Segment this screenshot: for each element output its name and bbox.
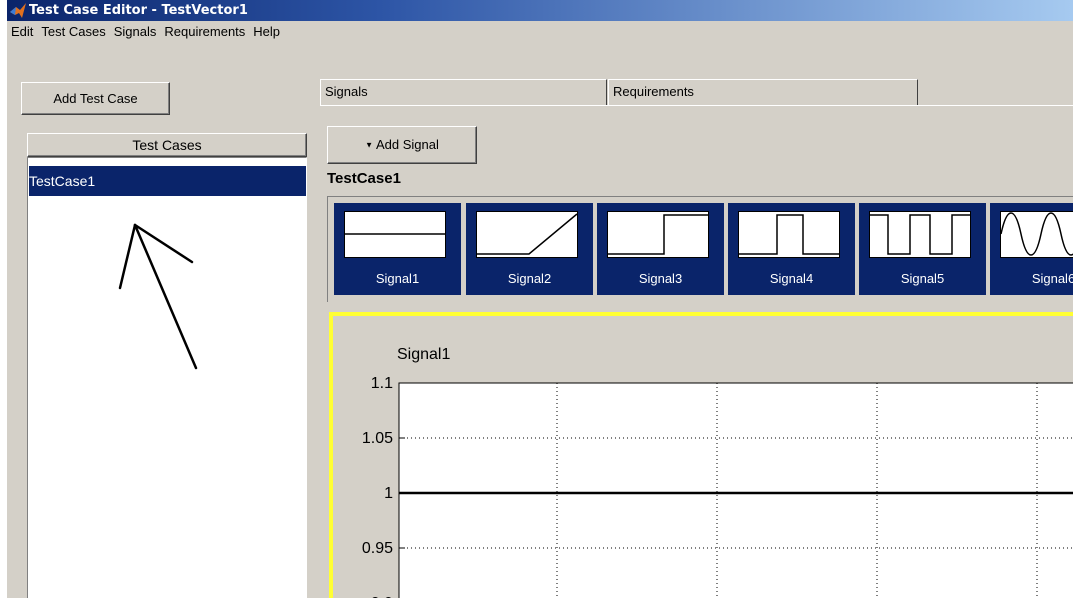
square-wave-icon — [869, 211, 971, 258]
constant-waveform-icon — [344, 211, 446, 258]
sine-wave-icon — [1000, 211, 1073, 258]
signal-thumbnail-4[interactable]: Signal4 — [728, 203, 855, 295]
dropdown-arrow-icon: ▼ — [365, 140, 374, 150]
menu-requirements[interactable]: Requirements — [160, 21, 249, 42]
step-waveform-icon — [607, 211, 709, 258]
signal-label: Signal4 — [769, 271, 814, 286]
signal-thumbnail-2[interactable]: Signal2 — [466, 203, 593, 295]
signal-label: Signal6 — [1031, 271, 1073, 286]
add-signal-label: Add Signal — [375, 137, 439, 152]
signal-plot[interactable]: Signal1 1.11.0510.950.9 — [326, 316, 1073, 598]
menu-edit[interactable]: Edit — [7, 21, 37, 42]
signal-thumbnail-1[interactable]: Signal1 — [334, 203, 461, 295]
test-case-title: TestCase1 — [327, 170, 401, 187]
y-tick-label: 1.05 — [362, 430, 393, 447]
signal-thumbnail-3[interactable]: Signal3 — [597, 203, 724, 295]
menu-bar: Edit Test Cases Signals Requirements Help — [7, 21, 1073, 42]
signal-label: Signal5 — [900, 271, 945, 286]
y-tick-label: 1 — [384, 485, 393, 502]
window-title: Test Case Editor - TestVector1 — [29, 3, 248, 18]
signal-thumbnail-6[interactable]: Signal6 — [990, 203, 1073, 295]
y-tick-label: 0.95 — [362, 540, 393, 557]
ramp-waveform-icon — [476, 211, 578, 258]
plot-title: Signal1 — [397, 346, 450, 363]
pulse-waveform-icon — [738, 211, 840, 258]
tab-requirements[interactable]: Requirements — [608, 79, 918, 105]
menu-help[interactable]: Help — [249, 21, 284, 42]
title-bar[interactable]: Test Case Editor - TestVector1 — [7, 0, 1073, 21]
list-item-testcase1[interactable]: TestCase1 — [29, 166, 306, 196]
tab-signals[interactable]: Signals — [320, 79, 607, 105]
test-cases-list-header[interactable]: Test Cases — [27, 133, 307, 157]
signal-label: Signal2 — [507, 271, 552, 286]
menu-signals[interactable]: Signals — [110, 21, 161, 42]
plot-axes-area — [398, 382, 1073, 598]
matlab-logo-icon — [10, 3, 26, 18]
signal-thumbnail-strip: Signal1 Signal2 Signal3 Signal4 Signal5 — [327, 196, 1073, 302]
signal-thumbnail-5[interactable]: Signal5 — [859, 203, 986, 295]
test-cases-list[interactable]: TestCase1 — [27, 157, 307, 598]
y-tick-label: 1.1 — [371, 375, 393, 392]
signal-label: Signal1 — [375, 271, 420, 286]
signal-label: Signal3 — [638, 271, 683, 286]
add-test-case-button[interactable]: Add Test Case — [21, 82, 170, 115]
menu-test-cases[interactable]: Test Cases — [37, 21, 109, 42]
tab-panel-edge — [320, 105, 1073, 106]
add-signal-button[interactable]: ▼ Add Signal — [327, 126, 477, 164]
